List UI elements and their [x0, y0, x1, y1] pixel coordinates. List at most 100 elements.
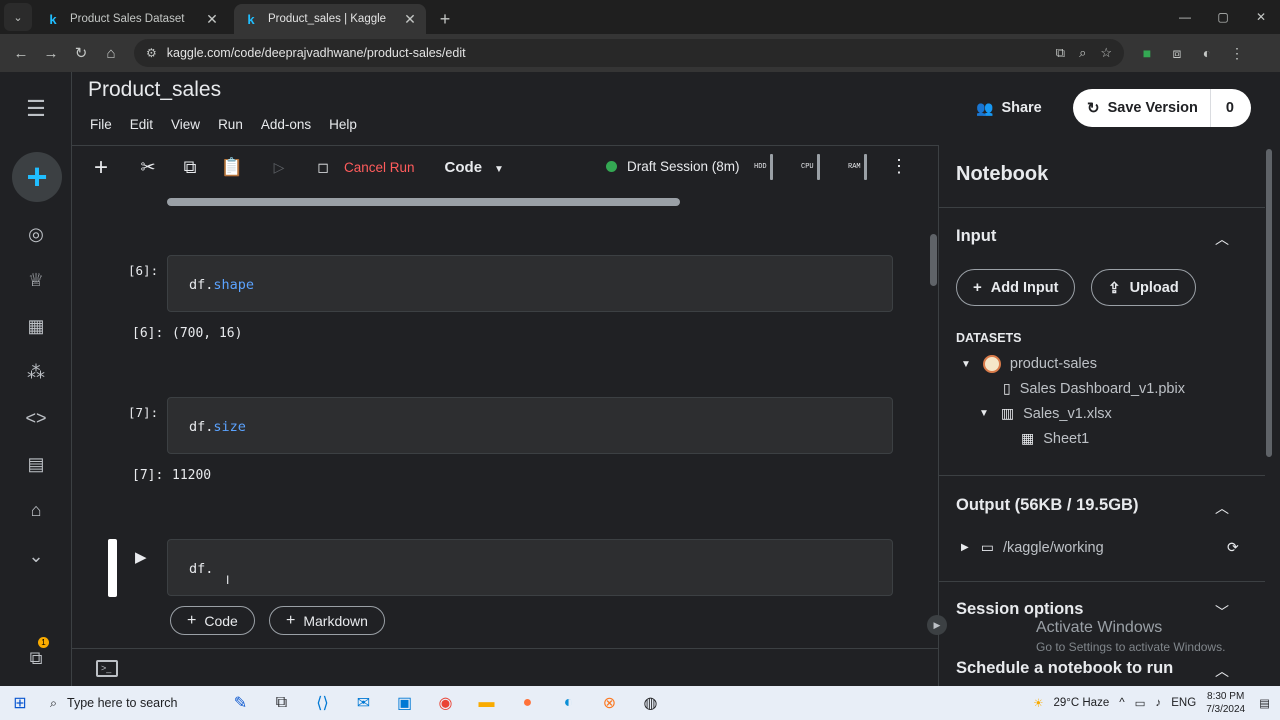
zoom-icon[interactable]: ⌕ — [1079, 45, 1086, 61]
close-tab-icon[interactable]: ✕ — [204, 11, 220, 28]
reload-icon[interactable]: ↻ — [66, 38, 96, 68]
run-play-icon[interactable]: ▷ — [250, 146, 308, 190]
language-indicator[interactable]: ENG — [1171, 697, 1196, 709]
discussions-icon[interactable]: ▤ — [0, 454, 72, 475]
close-tab-icon[interactable]: ✕ — [402, 11, 418, 28]
forward-arrow-icon[interactable]: → — [36, 38, 66, 68]
back-arrow-icon[interactable]: ← — [6, 38, 36, 68]
save-version-button[interactable]: ↻ Save Version 0 — [1073, 89, 1251, 127]
create-plus-button[interactable]: + — [12, 152, 62, 202]
collapse-panel-arrow-icon[interactable]: ▶ — [927, 615, 947, 635]
file-explorer-icon[interactable]: ▬ — [466, 686, 507, 720]
volume-icon[interactable]: ♪ — [1156, 697, 1162, 709]
output-folder-item[interactable]: ▶ ▭ /kaggle/working — [961, 539, 1104, 556]
paste-clipboard-icon[interactable]: 📋 — [214, 146, 250, 190]
cpu-meter[interactable]: CPU — [801, 154, 820, 180]
github-app-icon[interactable]: ◍ — [630, 686, 671, 720]
windows-start-icon[interactable]: ⊞ — [0, 686, 40, 720]
recently-viewed-icon[interactable]: ⧉ — [0, 648, 72, 669]
trophy-competitions-icon[interactable]: ♕ — [0, 270, 72, 291]
xampp-app-icon[interactable]: ⊗ — [589, 686, 630, 720]
chevron-up-icon[interactable]: ︿ — [1215, 229, 1229, 249]
ram-meter[interactable]: RAM — [848, 154, 867, 180]
menu-edit[interactable]: Edit — [130, 117, 153, 132]
share-button[interactable]: 👥 Share — [964, 92, 1054, 124]
extension-green-icon[interactable]: ■ — [1132, 45, 1162, 62]
cell-type-select[interactable]: Code ▼ — [445, 159, 504, 176]
stop-square-icon[interactable]: ◻ — [308, 146, 338, 190]
store-app-icon[interactable]: ▣ — [384, 686, 425, 720]
browser-menu-icon[interactable]: ⋮ — [1222, 45, 1252, 62]
add-code-cell-button[interactable]: + Code — [170, 606, 255, 635]
chevron-down-icon[interactable]: ﹀ — [1215, 602, 1229, 622]
more-chevron-down-icon[interactable]: ⌄ — [0, 546, 72, 567]
code-cell-6[interactable]: df.shape — [167, 255, 893, 312]
horizontal-scrollbar[interactable] — [167, 198, 680, 206]
file-tree-item[interactable]: ▼ ▥ Sales_v1.xlsx — [979, 405, 1112, 422]
notebook-title[interactable]: Product_sales — [88, 78, 221, 102]
site-info-icon[interactable]: ⚙ — [146, 46, 157, 60]
new-tab-button[interactable]: + — [432, 4, 458, 34]
extensions-puzzle-icon[interactable]: ⧈ — [1162, 45, 1192, 62]
panel-scrollbar[interactable] — [1266, 149, 1272, 457]
weather-icon[interactable]: ☀ — [1033, 696, 1043, 710]
tray-chevron-icon[interactable]: ^ — [1119, 697, 1124, 709]
learn-graduation-cap-icon[interactable]: ⌂ — [0, 500, 72, 521]
refresh-output-icon[interactable]: ⟳ — [1227, 539, 1248, 556]
install-app-icon[interactable]: ⧉ — [1056, 45, 1065, 61]
address-bar[interactable]: ⚙ kaggle.com/code/deeprajvadhwane/produc… — [134, 39, 1124, 67]
bookmark-star-icon[interactable]: ☆ — [1100, 45, 1112, 61]
profile-avatar-icon[interactable]: ◐ — [1192, 45, 1222, 62]
browser-tab-product-sales-kaggle[interactable]: k Product_sales | Kaggle ✕ — [234, 4, 426, 34]
active-code-cell[interactable]: df. — [167, 539, 893, 596]
firefox-app-icon[interactable]: ● — [507, 686, 548, 720]
version-count[interactable]: 0 — [1211, 100, 1249, 116]
tab-search-button[interactable]: ⌄ — [4, 3, 32, 31]
hdd-meter[interactable]: HDD — [754, 154, 773, 180]
add-cell-plus-icon[interactable]: + — [72, 146, 130, 190]
network-icon[interactable]: ▭ — [1135, 696, 1146, 710]
menu-add-ons[interactable]: Add-ons — [261, 117, 311, 132]
mail-app-icon[interactable]: ✉ — [343, 686, 384, 720]
code-icon[interactable]: <> — [0, 408, 72, 429]
home-icon[interactable]: ⌂ — [96, 38, 126, 68]
notifications-icon[interactable]: ▤ — [1259, 696, 1270, 710]
vertical-scrollbar[interactable] — [930, 234, 937, 286]
browser-tab-product-sales-dataset[interactable]: k Product Sales Dataset ✕ — [36, 4, 228, 34]
chevron-up-icon[interactable]: ︿ — [1215, 498, 1229, 518]
upload-button[interactable]: ⇪ Upload — [1091, 269, 1196, 306]
cancel-run-button[interactable]: Cancel Run — [344, 160, 415, 175]
cut-scissors-icon[interactable]: ✂ — [130, 146, 166, 190]
chrome-app-icon[interactable]: ◉ — [425, 686, 466, 720]
copy-icon[interactable]: ⧉ — [166, 146, 214, 190]
code-cell-7[interactable]: df.size — [167, 397, 893, 454]
caret-right-icon[interactable]: ▶ — [961, 542, 969, 553]
caret-down-icon[interactable]: ▼ — [961, 359, 971, 370]
taskbar-search[interactable]: ⌕ Type here to search — [40, 686, 220, 720]
input-section-header[interactable]: Input — [956, 227, 996, 246]
weather-text[interactable]: 29°C Haze — [1053, 697, 1109, 709]
models-icon[interactable]: ⁂ — [0, 362, 72, 383]
menu-view[interactable]: View — [171, 117, 200, 132]
task-view-icon[interactable]: ⧉ — [261, 686, 302, 720]
output-section-header[interactable]: Output (56KB / 19.5GB) — [956, 496, 1138, 515]
edge-app-icon[interactable]: ◐ — [548, 686, 589, 720]
hamburger-menu-icon[interactable]: ☰ — [0, 96, 72, 122]
session-options-header[interactable]: Session options — [956, 600, 1083, 619]
minimize-icon[interactable]: — — [1166, 0, 1204, 34]
run-cell-play-icon[interactable]: ▶ — [135, 548, 147, 566]
copilot-app-icon[interactable]: ✎ — [220, 686, 261, 720]
add-input-button[interactable]: + Add Input — [956, 269, 1076, 306]
more-options-icon[interactable]: ⋮ — [890, 156, 908, 177]
schedule-header[interactable]: Schedule a notebook to run — [956, 659, 1173, 678]
terminal-console-icon[interactable]: >_ — [96, 660, 118, 677]
table-datasets-icon[interactable]: ▦ — [0, 316, 72, 337]
menu-run[interactable]: Run — [218, 117, 243, 132]
menu-file[interactable]: File — [90, 117, 112, 132]
vscode-app-icon[interactable]: ⟨⟩ — [302, 686, 343, 720]
close-window-icon[interactable]: ✕ — [1242, 0, 1280, 34]
add-markdown-cell-button[interactable]: + Markdown — [269, 606, 385, 635]
dataset-tree-item[interactable]: ▼ product-sales — [961, 355, 1097, 373]
session-status[interactable]: Draft Session (8m) — [606, 159, 740, 174]
caret-down-icon[interactable]: ▼ — [979, 408, 989, 419]
